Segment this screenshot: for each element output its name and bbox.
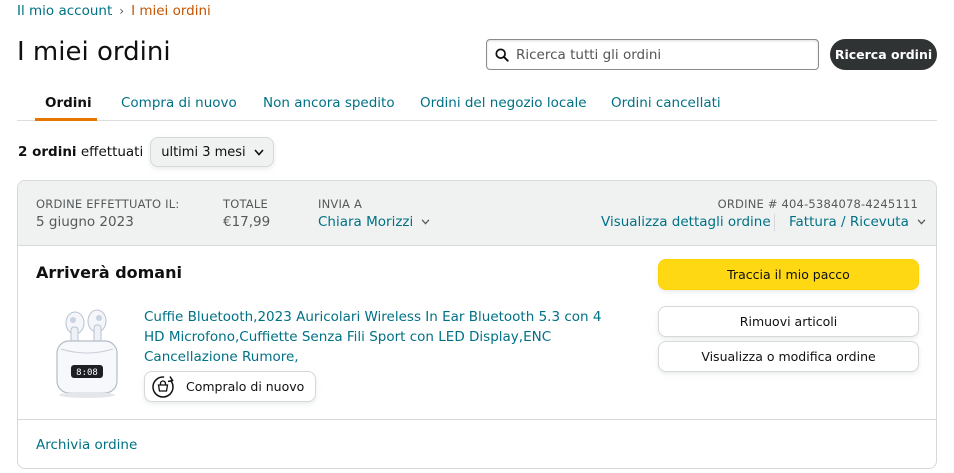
time-range-filter[interactable]: ultimi 3 mesi — [150, 137, 274, 167]
breadcrumb: Il mio account › I miei ordini — [17, 3, 211, 19]
chevron-down-icon — [421, 219, 430, 225]
breadcrumb-my-account-link[interactable]: Il mio account — [17, 3, 112, 19]
order-total-label: TOTALE — [223, 197, 268, 211]
order-header: ORDINE EFFETTUATO IL: 5 giugno 2023 TOTA… — [18, 181, 936, 246]
chevron-down-icon — [254, 148, 264, 156]
order-card: ORDINE EFFETTUATO IL: 5 giugno 2023 TOTA… — [17, 180, 937, 469]
search-orders-button[interactable]: Ricerca ordini — [830, 39, 937, 70]
order-placed-label: ORDINE EFFETTUATO IL: — [36, 197, 180, 211]
order-placed-date: 5 giugno 2023 — [36, 214, 134, 230]
breadcrumb-current: I miei ordini — [131, 3, 211, 19]
buy-again-button[interactable]: Compralo di nuovo — [144, 371, 317, 402]
order-tabs: Ordini Compra di nuovo Non ancora spedit… — [17, 87, 937, 121]
tab-orders[interactable]: Ordini — [45, 95, 92, 111]
remove-items-button[interactable]: Rimuovi articoli — [658, 306, 919, 337]
ship-to-label: INVIA A — [318, 197, 363, 211]
invoice-receipt-label: Fattura / Ricevuta — [789, 214, 909, 230]
ship-to-recipient[interactable]: Chiara Morizzi — [318, 214, 430, 230]
breadcrumb-separator: › — [119, 4, 125, 18]
header-divider — [774, 214, 775, 231]
order-number: ORDINE # 404-5384078-4245111 — [717, 197, 918, 211]
buy-again-icon — [152, 375, 174, 398]
active-tab-indicator — [35, 118, 97, 121]
search-box[interactable] — [486, 39, 819, 70]
product-image[interactable]: 8:08 — [51, 303, 125, 399]
delivery-status: Arriverà domani — [36, 263, 182, 282]
view-order-details-link[interactable]: Visualizza dettagli ordine — [601, 214, 771, 230]
search-input[interactable] — [516, 46, 806, 63]
time-range-value: ultimi 3 mesi — [161, 144, 246, 160]
order-card-footer: Archivia ordine — [18, 419, 936, 468]
view-modify-order-button[interactable]: Visualizza o modifica ordine — [658, 341, 919, 372]
order-total-value: €17,99 — [223, 214, 271, 230]
product-title-link[interactable]: Cuffie Bluetooth,2023 Auricolari Wireles… — [144, 307, 614, 367]
tab-local-store-orders[interactable]: Ordini del negozio locale — [420, 95, 587, 111]
chevron-down-icon — [917, 219, 926, 225]
page-title: I miei ordini — [17, 37, 171, 67]
search-icon — [495, 47, 509, 62]
tab-buy-again[interactable]: Compra di nuovo — [121, 95, 237, 111]
archive-order-link[interactable]: Archivia ordine — [36, 437, 137, 453]
product-case-display: 8:08 — [76, 368, 98, 378]
tab-not-yet-shipped[interactable]: Non ancora spedito — [263, 95, 395, 111]
track-package-button[interactable]: Traccia il mio pacco — [658, 259, 919, 290]
orders-count-suffix: effettuati — [80, 144, 144, 160]
ship-to-name: Chiara Morizzi — [318, 214, 414, 230]
orders-summary: 2 ordini effettuati ultimi 3 mesi — [18, 137, 274, 167]
invoice-receipt-link[interactable]: Fattura / Ricevuta — [789, 214, 926, 230]
tab-cancelled-orders[interactable]: Ordini cancellati — [611, 95, 721, 111]
buy-again-label: Compralo di nuovo — [186, 379, 305, 394]
orders-count: 2 ordini — [18, 144, 77, 160]
